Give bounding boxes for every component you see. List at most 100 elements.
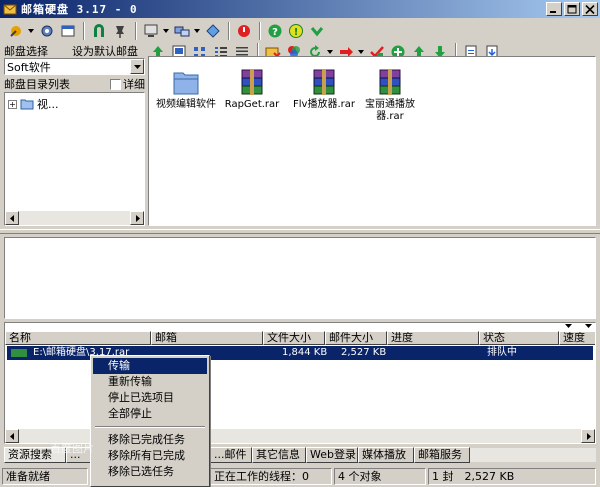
rar-archive-icon xyxy=(313,69,335,95)
close-icon xyxy=(585,4,595,14)
column-header-mailbox[interactable]: 邮箱 xyxy=(151,331,263,345)
status-threads: 正在工作的线程：0 xyxy=(210,468,332,485)
tree-item-label: 视... xyxy=(37,98,59,111)
file-item[interactable]: RapGet.rar xyxy=(217,67,287,111)
main-toolbar: ? ! xyxy=(0,20,600,42)
toolbar-separator xyxy=(83,22,85,40)
menu-separator xyxy=(95,426,205,428)
tab-scrollbar[interactable] xyxy=(470,448,596,462)
pin-button[interactable] xyxy=(110,22,130,40)
minimize-button[interactable] xyxy=(546,2,562,16)
chevron-down-icon xyxy=(27,29,34,33)
toolbar-separator xyxy=(135,22,137,40)
task-context-menu: 传输 重新传输 停止已选项目 全部停止 移除已完成任务 移除所有已完成 移除已选… xyxy=(90,355,210,487)
chevron-down-icon xyxy=(310,27,324,37)
folder-icon xyxy=(20,99,34,110)
tree-item[interactable]: + 视... xyxy=(8,96,59,112)
web-button[interactable] xyxy=(203,22,223,40)
menu-item-retransfer[interactable]: 重新传输 xyxy=(93,374,207,390)
app-icon xyxy=(3,4,17,15)
tab-media-player[interactable]: 媒体播放 xyxy=(358,447,414,463)
menu-item-remove-completed[interactable]: 移除已完成任务 xyxy=(93,432,207,448)
rar-archive-icon xyxy=(241,69,263,95)
log-pane[interactable] xyxy=(4,237,596,319)
chevron-down-icon xyxy=(357,50,364,54)
settings-button[interactable] xyxy=(37,22,57,40)
menu-item-stop-all[interactable]: 全部停止 xyxy=(93,406,207,422)
window-icon xyxy=(61,25,75,37)
menu-item-remove-selected[interactable]: 移除已选任务 xyxy=(93,464,207,480)
title-bar[interactable]: 邮箱硬盘 3.17 - 0 xyxy=(0,0,600,18)
column-header-file-size[interactable]: 文件大小 xyxy=(263,331,325,345)
dir-list-label: 邮盘目录列表 xyxy=(4,78,70,91)
gear-icon xyxy=(41,25,53,37)
menu-item-stop-selected[interactable]: 停止已选项目 xyxy=(93,390,207,406)
scroll-right-button[interactable] xyxy=(130,211,144,225)
pin-icon xyxy=(116,26,124,38)
more-button[interactable] xyxy=(307,22,327,40)
maximize-icon xyxy=(567,4,577,13)
scroll-left-button[interactable] xyxy=(5,429,19,443)
menu-item-remove-all-completed[interactable]: 移除所有已完成 xyxy=(93,448,207,464)
options-button[interactable] xyxy=(58,22,78,40)
globe-icon xyxy=(206,24,220,38)
task-file-size: 1,844 KB xyxy=(282,347,328,358)
expand-icon[interactable]: + xyxy=(8,99,17,109)
column-header-progress[interactable]: 进度 xyxy=(387,331,479,345)
column-header-name[interactable]: 名称 xyxy=(5,331,151,345)
directory-tree[interactable]: + 视... xyxy=(4,92,145,226)
view-button[interactable] xyxy=(141,22,161,40)
file-item[interactable]: Flv播放器.rar xyxy=(289,67,359,111)
svg-text:?: ? xyxy=(272,27,278,38)
help-button[interactable]: ? xyxy=(265,22,285,40)
power-icon xyxy=(238,25,250,37)
tree-horizontal-scrollbar[interactable] xyxy=(5,211,144,225)
detail-checkbox[interactable] xyxy=(110,78,121,90)
file-name: Flv播放器.rar xyxy=(293,99,355,110)
minimize-icon xyxy=(550,10,556,13)
column-header-mail-size[interactable]: 邮件大小 xyxy=(325,331,387,345)
about-button[interactable]: ! xyxy=(286,22,306,40)
connect-icon xyxy=(10,26,21,37)
chevron-down-icon xyxy=(133,64,141,69)
column-header-speed[interactable]: 速度 xyxy=(559,331,595,345)
tab-mail[interactable]: ...邮件 xyxy=(210,447,252,463)
exit-button[interactable] xyxy=(234,22,254,40)
info-icon: ! xyxy=(289,24,303,38)
status-ready: 准备就绪 xyxy=(2,468,88,485)
scroll-right-button[interactable] xyxy=(581,429,595,443)
network-dropdown[interactable] xyxy=(193,22,200,40)
chevron-down-icon xyxy=(326,50,333,54)
file-item[interactable]: 宝丽通播放器.rar xyxy=(355,67,425,123)
toolbar-separator xyxy=(228,22,230,40)
file-name: 视频编辑软件 xyxy=(156,99,216,110)
mount-button[interactable] xyxy=(89,22,109,40)
monitor-icon xyxy=(144,24,158,37)
mailbox-combo-button[interactable] xyxy=(130,59,144,74)
file-pane[interactable]: 视频编辑软件 RapGet.rar Flv播放器.rar 宝丽通播放器.rar xyxy=(148,56,596,226)
watermark: 百度图片 xyxy=(50,442,94,455)
file-item[interactable]: 视频编辑软件 xyxy=(151,67,221,111)
pane-splitter[interactable] xyxy=(0,229,600,234)
connect-button[interactable] xyxy=(6,22,26,40)
network-button[interactable] xyxy=(172,22,192,40)
dir-list-header: 邮盘目录列表 详细 xyxy=(4,77,145,91)
close-button[interactable] xyxy=(582,2,598,16)
tab-other-info[interactable]: 其它信息 xyxy=(252,447,306,463)
view-dropdown[interactable] xyxy=(162,22,169,40)
arrow-left-icon xyxy=(9,214,14,222)
svg-text:!: ! xyxy=(294,27,299,38)
task-mail-size: 2,527 KB xyxy=(341,347,387,358)
status-selection: 1 封 2,527 KB xyxy=(428,468,596,485)
task-status: 排队中 xyxy=(487,347,517,358)
sort-down-icon xyxy=(585,324,592,328)
tab-mail-service[interactable]: 邮箱服务 xyxy=(414,447,470,463)
mailbox-combo[interactable]: Soft软件 xyxy=(4,58,145,75)
column-header-status[interactable]: 状态 xyxy=(479,331,559,345)
scroll-left-button[interactable] xyxy=(5,211,19,225)
file-name: 宝丽通播放器.rar xyxy=(365,99,415,122)
connect-dropdown[interactable] xyxy=(27,22,34,40)
tab-web-login[interactable]: Web登录 xyxy=(306,447,358,463)
menu-item-transfer[interactable]: 传输 xyxy=(93,358,207,374)
maximize-button[interactable] xyxy=(564,2,580,16)
